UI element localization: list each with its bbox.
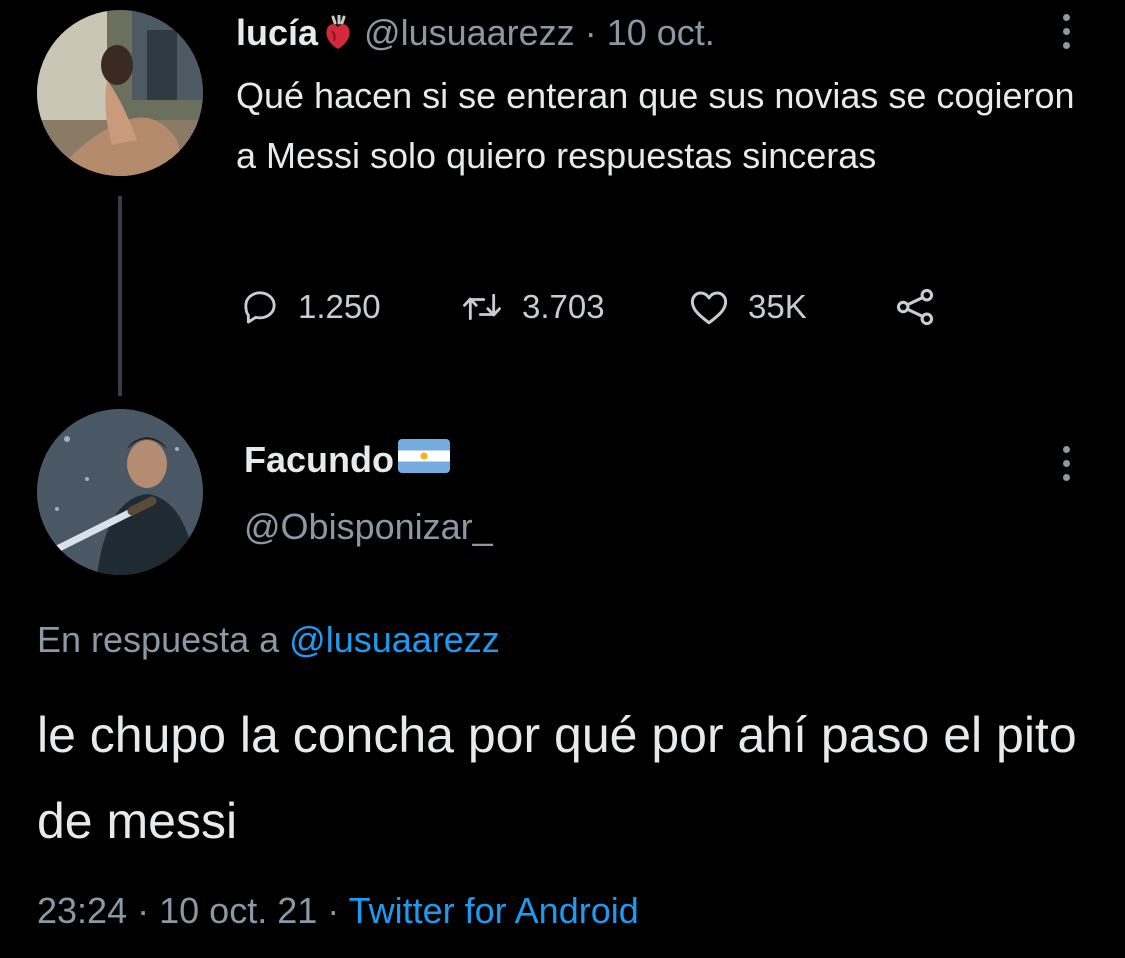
tweet1-text: Qué hacen si se enteran que sus novias s… xyxy=(236,75,1075,176)
tweet2-separator-1: · xyxy=(137,890,150,931)
tweet1-more-icon[interactable] xyxy=(1060,14,1072,49)
heart-icon xyxy=(690,291,728,325)
retweet-count: 3.703 xyxy=(522,288,605,325)
reply-to-link[interactable]: @lusuaarezz xyxy=(289,619,500,660)
reply-prefix: En respuesta a xyxy=(37,619,280,660)
tweet1-date[interactable]: 10 oct. xyxy=(607,12,715,54)
avatar-facundo[interactable] xyxy=(37,409,203,575)
anatomical-heart-icon xyxy=(324,13,352,51)
tweet1-handle[interactable]: @lusuaarezz xyxy=(364,12,575,54)
avatar-lucia[interactable] xyxy=(37,10,203,176)
share-button[interactable] xyxy=(893,287,937,327)
retweet-button[interactable]: 3.703 xyxy=(460,287,688,327)
reply-context: En respuesta a @lusuaarezz xyxy=(37,612,500,668)
tweet1-display-name[interactable]: lucía xyxy=(236,12,318,54)
share-icon xyxy=(896,288,934,326)
tweet2-handle[interactable]: @Obisponizar_ xyxy=(244,502,493,552)
tweet2-source-link[interactable]: Twitter for Android xyxy=(349,890,639,931)
tweet1-header: lucía @lusuaarezz · 10 oct. xyxy=(236,8,715,58)
retweet-icon xyxy=(463,293,501,321)
reply-count: 1.250 xyxy=(298,288,381,325)
argentina-flag-icon xyxy=(398,438,450,482)
like-button[interactable]: 35K xyxy=(688,287,893,327)
tweet2-meta: 23:24 · 10 oct. 21 · Twitter for Android xyxy=(37,884,639,938)
tweet2-time[interactable]: 23:24 xyxy=(37,890,127,931)
tweet2-text: le chupo la concha por qué por ahí paso … xyxy=(37,707,1077,849)
like-count: 35K xyxy=(748,288,807,325)
tweet2-more-icon[interactable] xyxy=(1060,446,1072,481)
reply-icon xyxy=(244,291,276,324)
tweet1-separator: · xyxy=(584,12,597,53)
thread-connector-line xyxy=(118,196,122,396)
tweet2-separator-2: · xyxy=(327,890,340,931)
tweet2-date[interactable]: 10 oct. 21 xyxy=(159,890,317,931)
reply-button[interactable]: 1.250 xyxy=(240,287,460,327)
tweet2-display-name[interactable]: Facundo xyxy=(244,439,394,481)
tweet2-name-row: Facundo xyxy=(244,432,450,488)
tweet1-actions: 1.250 3.703 35K xyxy=(240,282,937,332)
